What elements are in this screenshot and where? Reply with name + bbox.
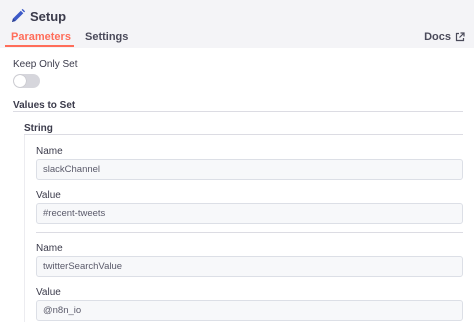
title-row: Setup [10,7,66,25]
string-divider [24,134,463,135]
value-label: Value [36,287,61,298]
pencil-icon [10,8,26,24]
collection-rail [24,135,25,322]
toggle-knob [14,75,26,87]
values-to-set-label: Values to Set [13,100,76,111]
section-divider [13,111,463,112]
name-input[interactable]: slackChannel [36,159,463,180]
string-type-label: String [24,123,53,134]
name-input[interactable]: twitterSearchValue [36,256,463,277]
tab-settings[interactable]: Settings [85,31,128,43]
active-tab-indicator [5,45,74,47]
tab-parameters[interactable]: Parameters [11,31,71,43]
docs-label: Docs [424,31,451,43]
name-label: Name [36,146,63,157]
entry-divider [36,232,463,233]
docs-link[interactable]: Docs [424,31,465,43]
page-title: Setup [30,8,67,24]
value-input[interactable]: @n8n_io [36,300,463,321]
keep-only-set-toggle[interactable] [13,74,40,88]
value-label: Value [36,190,61,201]
name-label: Name [36,243,63,254]
keep-only-set-label: Keep Only Set [13,59,78,70]
external-link-icon [455,32,465,42]
node-header: Setup Parameters Settings Docs [0,0,474,48]
value-input[interactable]: #recent-tweets [36,203,463,224]
